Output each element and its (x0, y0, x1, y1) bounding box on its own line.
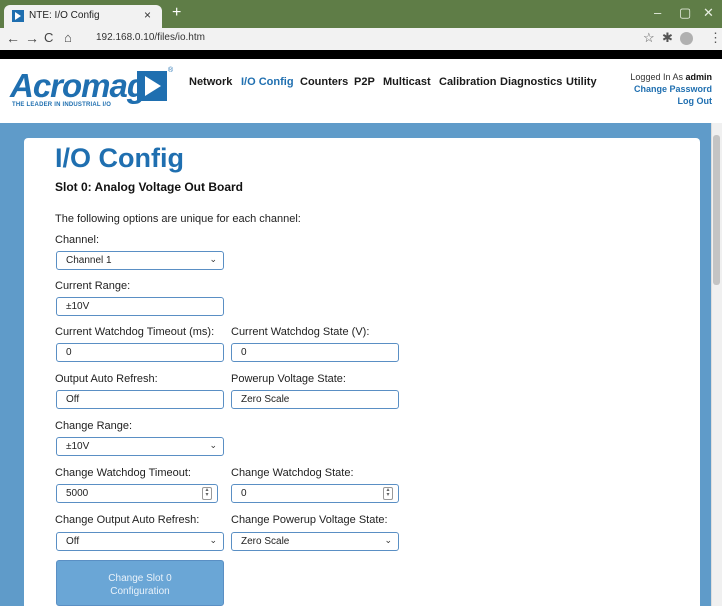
page-title: I/O Config (55, 143, 184, 173)
stepper-arrows-icon[interactable]: ▴ ▾ (383, 487, 393, 500)
stepper-arrows-icon[interactable]: ▴ ▾ (202, 487, 212, 500)
nav-io-config[interactable]: I/O Config (241, 76, 294, 88)
change-watchdog-timeout-label: Change Watchdog Timeout: (55, 467, 191, 479)
current-watchdog-timeout-value: 0 (66, 347, 72, 358)
logged-in-status: Logged In As admin (592, 71, 712, 83)
new-tab-button[interactable]: + (172, 5, 181, 21)
change-range-label: Change Range: (55, 420, 133, 432)
log-out-link[interactable]: Log Out (592, 95, 713, 107)
channel-label: Channel: (55, 234, 100, 246)
channel-options-intro: The following options are unique for eac… (55, 213, 301, 225)
close-tab-icon[interactable]: × (144, 8, 151, 22)
change-output-auto-refresh-select[interactable]: Off ⌄ (56, 532, 224, 551)
acromag-logo[interactable]: Acromag ® THE LEADER IN INDUSTRIAL I/O (10, 67, 175, 113)
home-icon[interactable]: ⌂ (64, 30, 72, 46)
output-auto-refresh-field: Off (56, 390, 224, 409)
minimize-icon[interactable]: – (654, 5, 661, 20)
change-powerup-voltage-state-select[interactable]: Zero Scale ⌄ (231, 532, 399, 551)
change-password-link[interactable]: Change Password (592, 83, 712, 95)
powerup-voltage-state-field: Zero Scale (231, 390, 399, 409)
current-watchdog-state-field: 0 (231, 343, 399, 362)
current-watchdog-state-label: Current Watchdog State (V): (231, 326, 370, 338)
nav-diagnostics[interactable]: Diagnostics (500, 76, 562, 88)
logo-wordmark: Acromag (10, 67, 147, 104)
change-powerup-voltage-state-value: Zero Scale (241, 536, 290, 547)
change-range-select[interactable]: ±10V ⌄ (56, 437, 224, 456)
address-bar: ← → C ⌂ 192.168.0.10/files/io.htm ☆ ✱ ⋮ (0, 28, 722, 51)
output-auto-refresh-value: Off (66, 394, 80, 405)
logged-in-user: admin (685, 72, 712, 82)
change-output-auto-refresh-label: Change Output Auto Refresh: (55, 514, 200, 526)
window-close-icon[interactable]: ✕ (703, 5, 714, 21)
change-powerup-voltage-state-label: Change Powerup Voltage State: (231, 514, 388, 526)
reload-icon[interactable]: C (44, 30, 53, 46)
chevron-down-icon: ⌄ (209, 254, 217, 264)
current-range-value: ±10V (66, 301, 90, 312)
nav-p2p[interactable]: P2P (354, 76, 375, 88)
change-watchdog-timeout-input[interactable]: 5000 ▴ ▾ (56, 484, 218, 503)
chevron-down-icon: ⌄ (384, 535, 392, 545)
current-watchdog-timeout-label: Current Watchdog Timeout (ms): (55, 326, 215, 338)
current-range-field: ±10V (56, 297, 224, 316)
change-watchdog-timeout-value: 5000 (66, 488, 89, 499)
logo-registered-mark: ® (168, 67, 174, 74)
scrollbar-thumb[interactable] (713, 135, 720, 285)
submit-button-line-1: Change Slot 0 (108, 573, 172, 584)
channel-select[interactable]: Channel 1 ⌄ (56, 251, 224, 270)
change-range-value: ±10V (66, 441, 90, 452)
nav-counters[interactable]: Counters (300, 76, 348, 88)
current-range-label: Current Range: (55, 280, 131, 292)
page-top-bar (0, 50, 722, 59)
profile-avatar-icon[interactable] (680, 32, 693, 45)
change-slot-configuration-button[interactable]: Change Slot 0 Configuration (56, 560, 224, 606)
change-watchdog-state-input[interactable]: 0 ▴ ▾ (231, 484, 399, 503)
chevron-down-icon: ⌄ (209, 535, 217, 545)
acromag-favicon-icon (12, 10, 24, 22)
logged-in-prefix: Logged In As (630, 72, 683, 82)
site-header: Acromag ® THE LEADER IN INDUSTRIAL I/O N… (0, 59, 722, 123)
chevron-down-icon: ⌄ (209, 440, 217, 450)
url-field[interactable]: 192.168.0.10/files/io.htm (96, 32, 205, 43)
output-auto-refresh-label: Output Auto Refresh: (55, 373, 158, 385)
submit-button-line-2: Configuration (110, 586, 170, 597)
nav-network[interactable]: Network (189, 76, 232, 88)
browser-titlebar: NTE: I/O Config × + – ▢ ✕ (0, 0, 722, 28)
logo-arrow-icon (137, 71, 167, 101)
slot-subtitle: Slot 0: Analog Voltage Out Board (55, 180, 244, 194)
browser-menu-icon[interactable]: ⋮ (709, 30, 722, 46)
restore-icon[interactable]: ▢ (679, 5, 691, 21)
change-watchdog-state-value: 0 (241, 488, 247, 499)
nav-calibration[interactable]: Calibration (439, 76, 496, 88)
change-output-auto-refresh-value: Off (66, 536, 80, 547)
login-panel: Logged In As admin Change Password Log O… (592, 71, 712, 107)
tab-title: NTE: I/O Config (29, 10, 100, 21)
extensions-puzzle-icon[interactable]: ✱ (662, 30, 673, 46)
current-watchdog-state-value: 0 (241, 347, 247, 358)
bookmark-star-icon[interactable]: ☆ (643, 30, 655, 46)
powerup-voltage-state-label: Powerup Voltage State: (231, 373, 346, 385)
current-watchdog-timeout-field: 0 (56, 343, 224, 362)
channel-select-value: Channel 1 (66, 255, 112, 266)
browser-tab[interactable]: NTE: I/O Config × (4, 5, 162, 28)
nav-multicast[interactable]: Multicast (383, 76, 431, 88)
logo-tagline: THE LEADER IN INDUSTRIAL I/O (12, 102, 112, 108)
back-arrow-icon[interactable]: ← (6, 30, 20, 46)
change-watchdog-state-label: Change Watchdog State: (231, 467, 354, 479)
forward-arrow-icon[interactable]: → (25, 30, 39, 46)
powerup-voltage-state-value: Zero Scale (241, 394, 290, 405)
